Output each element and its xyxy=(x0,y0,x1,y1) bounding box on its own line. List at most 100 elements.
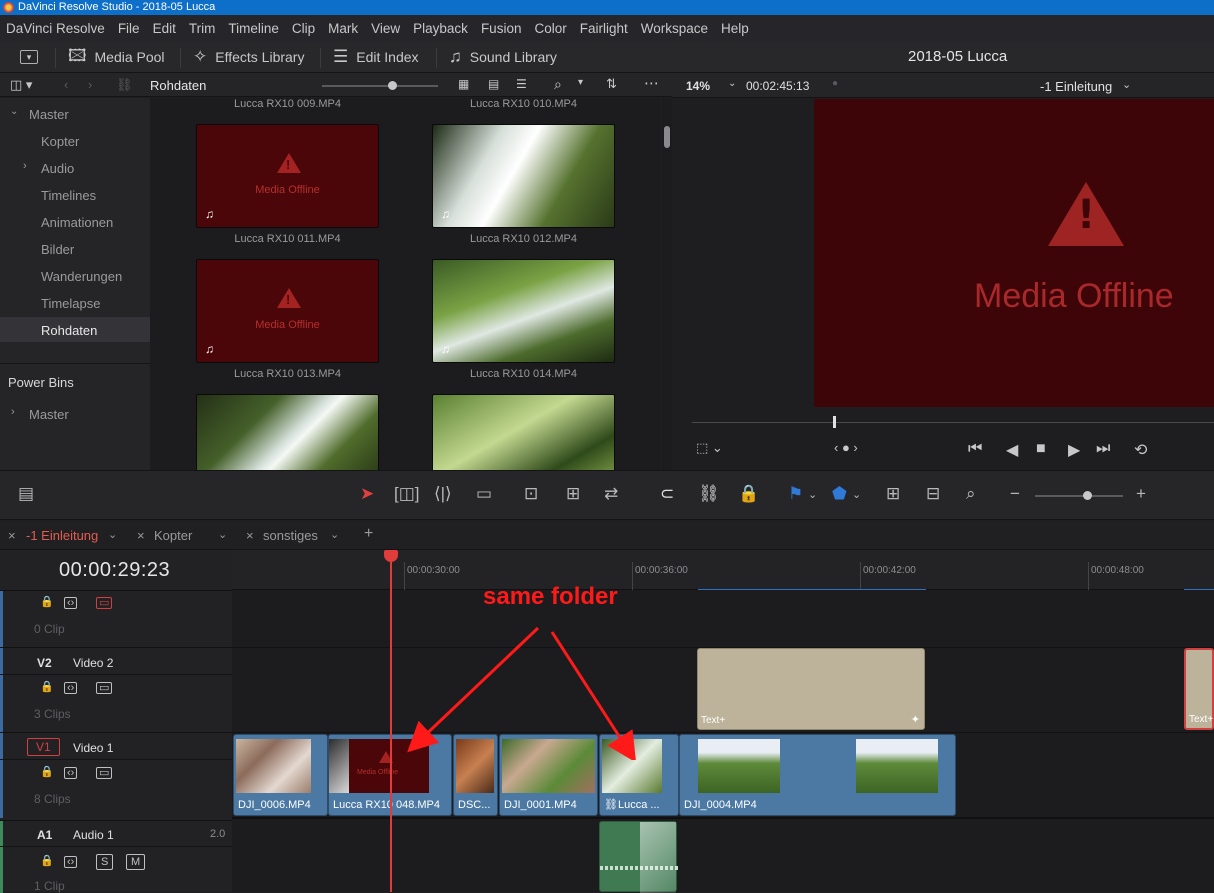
play-icon[interactable]: ▶ xyxy=(1068,440,1080,460)
zoom-out-icon[interactable]: − xyxy=(1010,484,1020,504)
selection-tool-icon[interactable]: ➤ xyxy=(360,484,374,504)
text-clip[interactable]: Text+ ✦ xyxy=(697,648,925,730)
clip-thumbnail[interactable]: ♫ xyxy=(432,259,615,363)
disable-video-icon[interactable]: ▭ xyxy=(96,597,113,609)
auto-select-icon[interactable]: ‹› xyxy=(64,767,78,779)
thumbnail-view-icon[interactable]: ▦ xyxy=(458,77,469,91)
media-pool-scrollbar[interactable] xyxy=(662,98,672,470)
sidebar-item-kopter[interactable]: Kopter xyxy=(41,134,79,149)
list-view-icon[interactable]: ☰ xyxy=(516,77,527,91)
track-name[interactable]: Video 1 xyxy=(73,741,113,755)
sort-icon[interactable]: ⇅ xyxy=(606,76,617,92)
zoom-detail-icon[interactable]: ⊟ xyxy=(926,484,940,504)
menu-fairlight[interactable]: Fairlight xyxy=(580,21,628,36)
menu-edit[interactable]: Edit xyxy=(153,21,176,36)
track-name[interactable]: Video 2 xyxy=(73,656,113,670)
lock-icon[interactable]: 🔒 xyxy=(38,856,56,868)
menu-clip[interactable]: Clip xyxy=(292,21,315,36)
go-to-start-icon[interactable]: ⏮ xyxy=(968,440,982,458)
tab-kopter[interactable]: Kopter xyxy=(154,528,192,543)
chevron-down-icon[interactable]: ⌄ xyxy=(728,78,736,89)
flag-icon[interactable]: ⚑ xyxy=(788,484,803,504)
menu-timeline[interactable]: Timeline xyxy=(228,21,279,36)
sidebar-item-timelapse[interactable]: Timelapse xyxy=(41,296,100,311)
zoom-level[interactable]: 14% xyxy=(686,79,710,93)
chevron-right-icon[interactable]: › xyxy=(23,160,27,172)
grid-view-icon[interactable]: ▤ xyxy=(488,77,499,91)
solo-button[interactable]: S xyxy=(96,854,114,870)
auto-select-icon[interactable]: ‹› xyxy=(64,856,78,868)
lock-icon[interactable]: 🔒 xyxy=(38,597,56,609)
power-bin-master[interactable]: Master xyxy=(29,407,69,422)
chevron-down-icon[interactable]: ⌄ xyxy=(218,528,227,541)
clip-thumbnail[interactable]: ♫ xyxy=(432,124,615,228)
mute-button[interactable]: M xyxy=(126,854,146,870)
chevron-down-icon[interactable]: ⌄ xyxy=(330,528,339,541)
more-options-icon[interactable]: ⋯ xyxy=(644,74,659,92)
chevron-down-icon[interactable]: ⌄ xyxy=(1122,78,1131,91)
link-icon[interactable]: ⛓ xyxy=(116,77,133,93)
menu-color[interactable]: Color xyxy=(534,21,566,36)
chevron-right-icon[interactable]: › xyxy=(11,406,15,418)
overwrite-clip-icon[interactable]: ⊞ xyxy=(566,484,580,504)
clip-thumbnail-offline[interactable]: Media Offline ♫ xyxy=(196,259,379,363)
menu-davinci[interactable]: DaVinci Resolve xyxy=(6,21,105,36)
trim-tool-icon[interactable]: [◫] xyxy=(394,484,420,504)
close-icon[interactable]: × xyxy=(246,528,254,543)
chevron-down-icon[interactable]: ⌄ xyxy=(10,106,18,117)
timeline-selector[interactable]: -1 Einleitung xyxy=(1040,79,1112,94)
marker-icon[interactable]: ⬟ xyxy=(832,484,847,504)
sidebar-item-wanderungen[interactable]: Wanderungen xyxy=(41,269,122,284)
search-icon[interactable]: ⌕ xyxy=(554,76,562,93)
go-to-end-icon[interactable]: ⏭ xyxy=(1096,440,1110,458)
close-icon[interactable]: × xyxy=(137,528,145,543)
video-enable-icon[interactable]: ▭ xyxy=(96,767,113,779)
menu-workspace[interactable]: Workspace xyxy=(641,21,708,36)
edit-index-button[interactable]: ☰ Edit Index xyxy=(333,41,419,73)
sidebar-item-master[interactable]: Master xyxy=(29,107,69,122)
close-icon[interactable]: × xyxy=(8,528,16,543)
play-reverse-icon[interactable]: ◀ xyxy=(1006,440,1018,460)
menu-trim[interactable]: Trim xyxy=(189,21,216,36)
clip-thumbnail[interactable] xyxy=(196,394,379,470)
timeline-ruler[interactable]: 00:00:30:00 00:00:36:00 00:00:42:00 00:0… xyxy=(232,550,1214,591)
video-clip[interactable]: DJI_0004.MP4 xyxy=(679,734,956,816)
back-arrow-icon[interactable]: ‹ xyxy=(64,77,68,92)
timeline-zoom-slider[interactable] xyxy=(1035,491,1123,500)
dynamic-trim-icon[interactable]: ⟨|⟩ xyxy=(434,484,452,504)
sidebar-item-timelines[interactable]: Timelines xyxy=(41,188,96,203)
chevron-down-icon[interactable]: ▾ xyxy=(578,77,583,88)
chevron-down-icon[interactable]: ⌄ xyxy=(852,488,861,501)
loop-icon[interactable]: ⟲ xyxy=(1134,440,1147,460)
playhead[interactable] xyxy=(390,550,392,892)
panel-toggle-button[interactable]: ▾ xyxy=(20,41,38,73)
replace-clip-icon[interactable]: ⇄ xyxy=(604,484,618,504)
tab-sonstiges[interactable]: sonstiges xyxy=(263,528,318,543)
linked-selection-icon[interactable]: ⛓ xyxy=(698,484,720,504)
track-name[interactable]: Audio 1 xyxy=(73,828,114,842)
menu-file[interactable]: File xyxy=(118,21,140,36)
sidebar-item-animationen[interactable]: Animationen xyxy=(41,215,113,230)
effects-library-button[interactable]: ✧ Effects Library xyxy=(193,41,304,73)
audio-clip[interactable] xyxy=(599,821,678,893)
chevron-down-icon[interactable]: ⌄ xyxy=(808,488,817,501)
sound-library-button[interactable]: ♫ Sound Library xyxy=(449,41,557,73)
insert-clip-icon[interactable]: ⊡ xyxy=(524,484,538,504)
video-enable-icon[interactable]: ▭ xyxy=(96,682,113,694)
lock-icon[interactable]: 🔒 xyxy=(38,767,56,779)
zoom-full-icon[interactable]: ⊞ xyxy=(886,484,900,504)
tab-einleitung[interactable]: -1 Einleitung xyxy=(26,528,98,543)
sidebar-toggle-icon[interactable]: ◫ ▾ xyxy=(10,77,32,93)
auto-select-icon[interactable]: ‹› xyxy=(64,682,78,694)
video-clip[interactable]: DJI_0006.MP4 xyxy=(233,734,328,816)
menu-playback[interactable]: Playback xyxy=(413,21,468,36)
auto-select-icon[interactable]: ‹› xyxy=(64,597,78,609)
forward-arrow-icon[interactable]: › xyxy=(88,77,92,92)
track-id[interactable]: V1 xyxy=(27,738,60,756)
viewer-scrubber[interactable] xyxy=(692,416,1214,428)
stop-icon[interactable]: ■ xyxy=(1036,440,1046,458)
clip-thumbnail-offline[interactable]: Media Offline ♫ xyxy=(196,124,379,228)
snapping-icon[interactable]: ⊂ xyxy=(660,484,674,504)
sidebar-item-audio[interactable]: Audio xyxy=(41,161,74,176)
add-tab-icon[interactable]: + xyxy=(364,525,373,543)
